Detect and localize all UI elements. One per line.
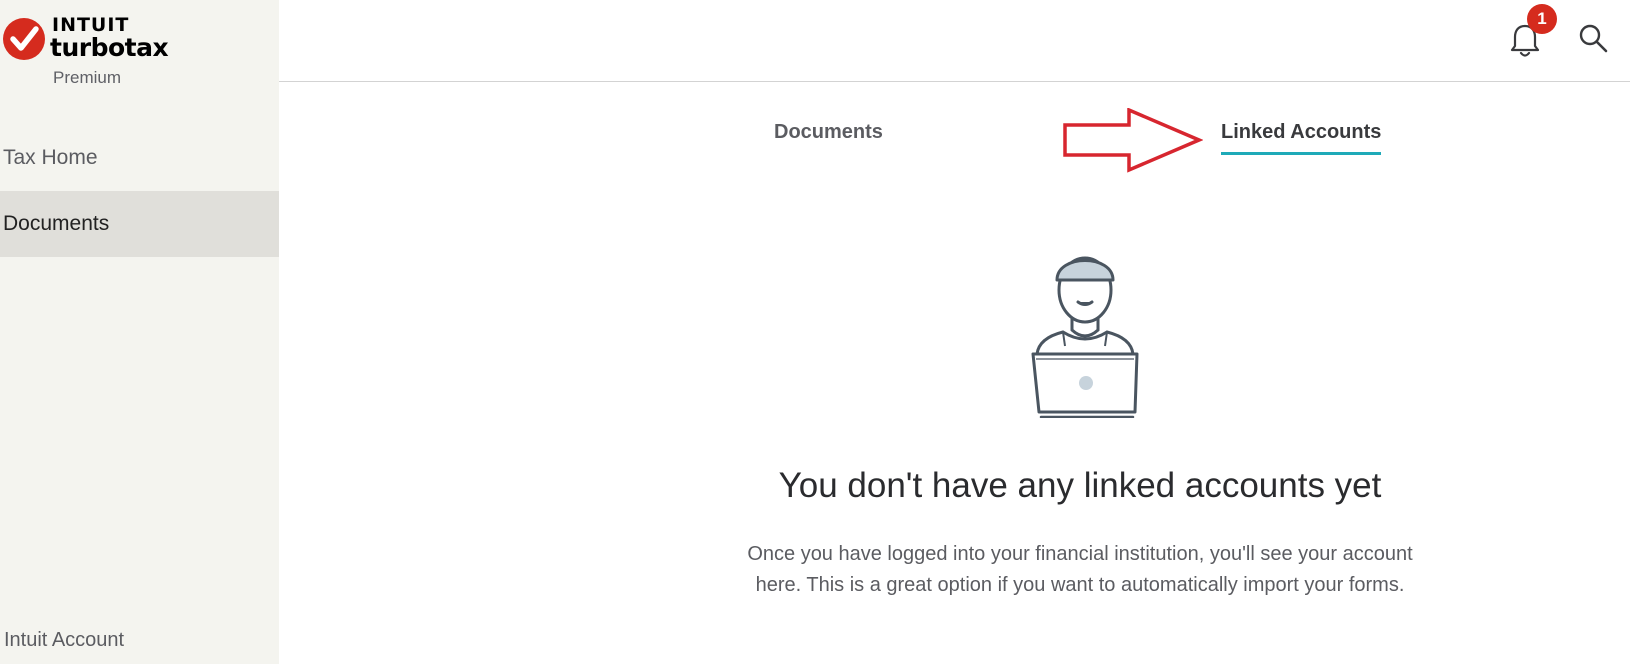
product-name: turbotax [50,33,169,62]
empty-state-line-1: Once you have logged into your financial… [747,543,1413,565]
product-edition: Premium [53,68,122,87]
checkmark-logo-icon [3,18,45,60]
red-arrow-annotation [1063,108,1203,173]
sidebar-item-label: Tax Home [3,146,98,169]
sidebar-item-label: Documents [3,212,110,235]
empty-state-description: Once you have logged into your financial… [670,539,1490,601]
turbotax-logo[interactable]: INTUIT turbotax Premium [2,14,202,94]
tab-documents[interactable]: Documents [774,121,883,144]
notification-badge: 1 [1527,4,1557,34]
intuit-account-link[interactable]: Intuit Account [4,629,124,652]
sidebar-item-documents[interactable]: Documents [0,191,279,257]
app-window: INTUIT turbotax Premium Tax Home Documen… [0,0,1630,664]
empty-state-title: You don't have any linked accounts yet [778,466,1382,505]
tab-linked-accounts[interactable]: Linked Accounts [1221,121,1382,155]
empty-state-line-2: here. This is a great option if you want… [755,574,1405,596]
top-bar [279,0,1630,82]
sidebar: INTUIT turbotax Premium Tax Home Documen… [0,0,279,664]
person-with-laptop-illustration [1031,256,1139,418]
search-icon[interactable] [1577,22,1609,54]
sidebar-item-tax-home[interactable]: Tax Home [0,125,279,191]
